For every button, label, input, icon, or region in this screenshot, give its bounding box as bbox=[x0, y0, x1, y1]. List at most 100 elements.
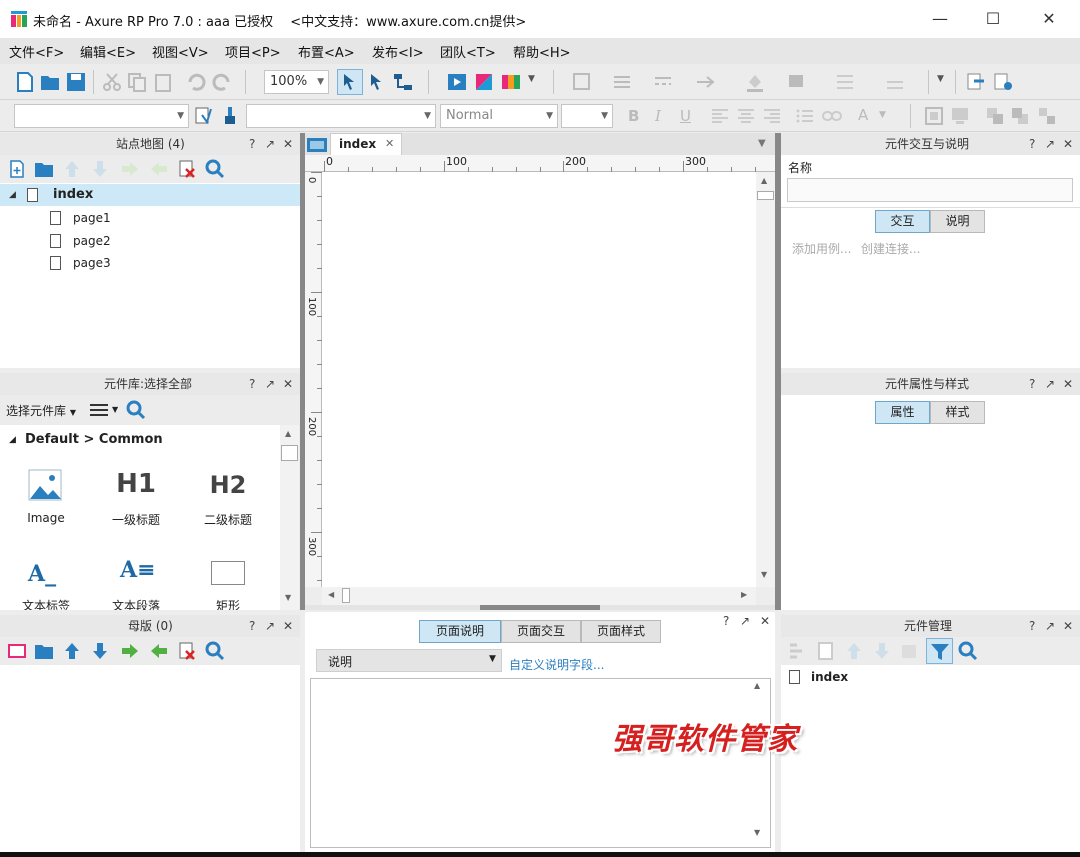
outline-tool-5-icon[interactable] bbox=[900, 641, 920, 661]
align-left-icon[interactable] bbox=[710, 106, 730, 126]
scroll-left-icon[interactable]: ◀ bbox=[328, 590, 334, 599]
tab-notes[interactable]: 说明 bbox=[930, 210, 985, 233]
tab-page-style[interactable]: 页面样式 bbox=[581, 620, 661, 643]
sitemap-item-page2[interactable]: page2 bbox=[0, 230, 300, 252]
filter-button[interactable] bbox=[926, 638, 953, 664]
add-master-icon[interactable] bbox=[7, 641, 27, 661]
indent-icon[interactable] bbox=[120, 159, 140, 179]
generate-prototype-icon[interactable] bbox=[966, 72, 986, 92]
expand-triangle-icon[interactable]: ◢ bbox=[9, 435, 16, 445]
format-painter-icon[interactable] bbox=[194, 106, 214, 126]
redo-icon[interactable] bbox=[212, 72, 232, 92]
font-color-icon[interactable]: A bbox=[858, 106, 868, 124]
widget-name-select[interactable]: ▼ bbox=[14, 104, 189, 128]
font-style-select[interactable]: Normal ▼ bbox=[440, 104, 558, 128]
widget-name-input[interactable] bbox=[787, 178, 1073, 202]
popout-icon[interactable]: ↗ bbox=[1045, 615, 1055, 637]
scroll-down-icon[interactable]: ▼ bbox=[761, 570, 767, 579]
scroll-up-icon[interactable]: ▲ bbox=[285, 429, 291, 438]
open-folder-icon[interactable] bbox=[40, 72, 60, 92]
scroll-thumb[interactable] bbox=[342, 588, 350, 603]
scroll-thumb[interactable] bbox=[757, 191, 774, 200]
menu-edit[interactable]: 编辑<E> bbox=[80, 42, 136, 61]
widget-h2[interactable]: H2 二级标题 bbox=[192, 467, 264, 527]
italic-icon[interactable]: I bbox=[655, 107, 661, 125]
help-icon[interactable]: ? bbox=[1029, 133, 1035, 155]
close-icon[interactable]: ✕ bbox=[283, 133, 293, 155]
outline-tool-2-icon[interactable] bbox=[816, 641, 836, 661]
menu-view[interactable]: 视图<V> bbox=[152, 42, 209, 61]
help-icon[interactable]: ? bbox=[249, 373, 255, 395]
search-icon[interactable] bbox=[205, 641, 225, 661]
pages-icon[interactable] bbox=[307, 136, 327, 152]
close-icon[interactable]: ✕ bbox=[283, 615, 293, 637]
splitter-grip[interactable] bbox=[480, 605, 600, 610]
outdent-icon[interactable] bbox=[149, 641, 169, 661]
search-icon[interactable] bbox=[205, 159, 225, 179]
group-icon[interactable] bbox=[924, 106, 944, 126]
sitemap-item-page1[interactable]: page1 bbox=[0, 207, 300, 229]
menu-publish[interactable]: 发布<I> bbox=[372, 42, 424, 61]
align-center-icon[interactable] bbox=[736, 106, 756, 126]
design-canvas[interactable] bbox=[322, 172, 756, 587]
connect-pointer-icon[interactable] bbox=[367, 72, 387, 92]
expand-triangle-icon[interactable]: ◢ bbox=[9, 184, 16, 206]
chevron-down-icon[interactable]: ▼ bbox=[112, 405, 118, 414]
move-up-icon[interactable] bbox=[62, 641, 82, 661]
menu-help[interactable]: 帮助<H> bbox=[513, 42, 571, 61]
scroll-thumb[interactable] bbox=[281, 445, 298, 461]
tab-style[interactable]: 样式 bbox=[930, 401, 985, 424]
font-size-select[interactable]: ▼ bbox=[561, 104, 613, 128]
close-icon[interactable]: ✕ bbox=[1063, 133, 1073, 155]
scroll-down-icon[interactable]: ▼ bbox=[285, 593, 291, 602]
help-icon[interactable]: ? bbox=[249, 133, 255, 155]
popout-icon[interactable]: ↗ bbox=[1045, 373, 1055, 395]
align-right-icon[interactable] bbox=[762, 106, 782, 126]
bold-icon[interactable]: B bbox=[628, 107, 639, 125]
zoom-select[interactable]: 100% ▼ bbox=[264, 70, 329, 94]
menu-arrange[interactable]: 布置<A> bbox=[298, 42, 355, 61]
popout-icon[interactable]: ↗ bbox=[265, 615, 275, 637]
sitemap-item-page3[interactable]: page3 bbox=[0, 252, 300, 274]
cut-icon[interactable] bbox=[102, 72, 122, 92]
copy-icon[interactable] bbox=[127, 72, 147, 92]
widget-image[interactable]: Image bbox=[10, 467, 82, 527]
font-color-dropdown-icon[interactable]: ▼ bbox=[879, 110, 886, 120]
save-icon[interactable] bbox=[66, 72, 86, 92]
widget-paragraph[interactable]: A≡ 文本段落 bbox=[100, 557, 172, 610]
search-icon[interactable] bbox=[958, 641, 978, 661]
notes-type-select[interactable]: 说明 ▼ bbox=[316, 649, 502, 672]
preview-icon[interactable] bbox=[447, 72, 467, 92]
move-up-icon[interactable] bbox=[844, 641, 864, 661]
maximize-button[interactable]: ☐ bbox=[970, 6, 1016, 32]
search-icon[interactable] bbox=[126, 400, 146, 420]
underline-icon[interactable]: U bbox=[680, 107, 691, 125]
custom-fields-link[interactable]: 自定义说明字段... bbox=[509, 656, 604, 673]
outline-item-index[interactable]: index bbox=[781, 666, 1080, 688]
move-down-icon[interactable] bbox=[872, 641, 892, 661]
connector-icon[interactable] bbox=[393, 72, 413, 92]
menu-project[interactable]: 项目<P> bbox=[225, 42, 281, 61]
help-icon[interactable]: ? bbox=[1029, 373, 1035, 395]
font-family-select[interactable]: ▼ bbox=[246, 104, 436, 128]
menu-file[interactable]: 文件<F> bbox=[9, 42, 64, 61]
publish-dropdown-icon[interactable]: ▼ bbox=[528, 74, 535, 84]
move-down-icon[interactable] bbox=[90, 159, 110, 179]
canvas-hscrollbar[interactable]: ◀ ▶ bbox=[322, 587, 756, 605]
bring-front-icon[interactable] bbox=[985, 106, 1005, 126]
widget-rectangle[interactable]: 矩形 bbox=[192, 557, 264, 610]
help-icon[interactable]: ? bbox=[723, 614, 729, 628]
close-icon[interactable]: ✕ bbox=[760, 614, 770, 628]
add-folder-icon[interactable] bbox=[34, 641, 54, 661]
share-icon[interactable] bbox=[474, 72, 494, 92]
tab-index[interactable]: index ✕ bbox=[330, 133, 402, 155]
tab-list-dropdown-icon[interactable]: ▼ bbox=[758, 138, 766, 149]
indent-icon[interactable] bbox=[120, 641, 140, 661]
add-folder-icon[interactable] bbox=[34, 159, 54, 179]
add-page-icon[interactable] bbox=[7, 159, 27, 179]
minimize-button[interactable]: — bbox=[917, 6, 963, 32]
brush-icon[interactable] bbox=[220, 106, 240, 126]
new-file-icon[interactable] bbox=[15, 72, 35, 92]
move-down-icon[interactable] bbox=[90, 641, 110, 661]
add-case-link[interactable]: 添加用例... bbox=[792, 240, 851, 257]
